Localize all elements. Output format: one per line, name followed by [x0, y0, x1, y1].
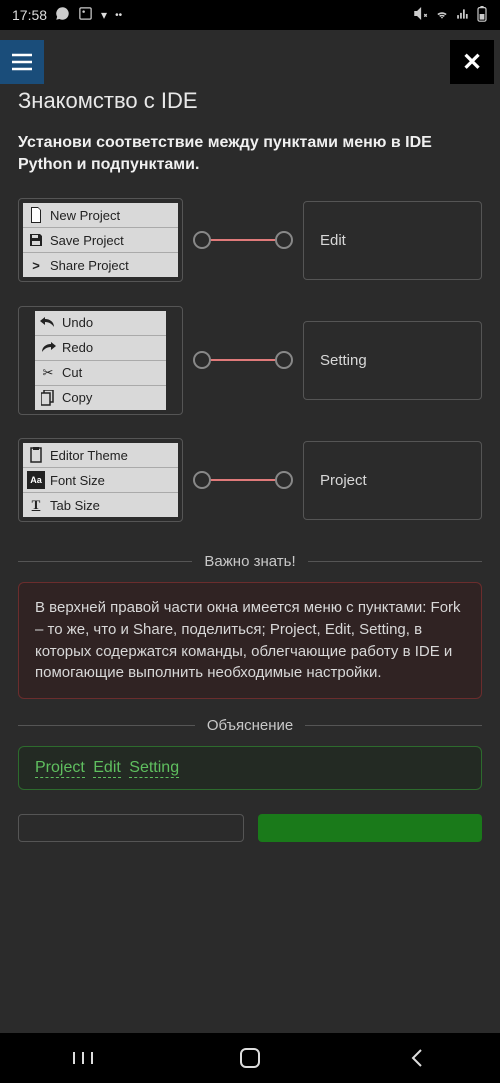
menu-item-label: Tab Size [50, 498, 100, 513]
match-right-label: Setting [320, 352, 367, 369]
status-time: 17:58 [12, 7, 47, 23]
explanation-word: Setting [129, 759, 179, 778]
secondary-button[interactable] [18, 814, 244, 842]
battery-icon [476, 6, 488, 25]
match-row: New Project Save Project >Share Project … [18, 185, 482, 295]
back-button[interactable] [387, 1048, 447, 1068]
section-label: Объяснение [207, 717, 293, 734]
menu-button[interactable] [0, 40, 44, 84]
menu-item-label: Cut [62, 365, 82, 380]
down-arrow-icon: ▾ [101, 8, 107, 22]
menu-item-label: New Project [50, 208, 120, 223]
task-instruction: Установи соответствие между пунктами мен… [18, 132, 482, 175]
menu-item-label: Font Size [50, 473, 105, 488]
status-bar: 17:58 ▾ •• [0, 0, 500, 30]
bottom-actions [18, 814, 482, 842]
home-button[interactable] [220, 1047, 280, 1069]
match-right-label: Edit [320, 232, 346, 249]
section-divider-important: Важно знать! [18, 553, 482, 570]
connector[interactable] [183, 225, 303, 255]
match-row: Undo Redo ✂ Cut Copy Setting [18, 305, 482, 415]
explanation-word: Edit [93, 759, 121, 778]
match-left-card[interactable]: Editor Theme Aa Font Size T Tab Size [18, 438, 183, 522]
explanation-word: Project [35, 759, 85, 778]
menu-item-label: Save Project [50, 233, 124, 248]
connector[interactable] [183, 465, 303, 495]
mute-icon [413, 6, 428, 24]
font-icon: Aa [27, 471, 45, 489]
close-button[interactable]: ✕ [450, 40, 494, 84]
share-icon: > [27, 256, 45, 274]
copy-icon [39, 389, 57, 407]
cut-icon: ✂ [39, 364, 57, 382]
recents-button[interactable] [53, 1050, 113, 1066]
menu-item-label: Share Project [50, 258, 129, 273]
match-row: Editor Theme Aa Font Size T Tab Size Proje… [18, 425, 482, 535]
page-title: Знакомство с IDE [18, 88, 482, 114]
header-bar: ✕ [0, 30, 500, 88]
image-icon [78, 6, 93, 24]
menu-item-label: Redo [62, 340, 93, 355]
matching-exercise: New Project Save Project >Share Project … [18, 185, 482, 535]
android-nav-bar [0, 1033, 500, 1083]
menu-item-label: Copy [62, 390, 92, 405]
match-right-label: Project [320, 472, 367, 489]
dots-icon: •• [115, 10, 122, 21]
primary-button[interactable] [258, 814, 482, 842]
match-left-card[interactable]: Undo Redo ✂ Cut Copy [18, 306, 183, 415]
wifi-icon [434, 7, 450, 24]
clipboard-icon [27, 446, 45, 464]
match-right-card[interactable]: Setting [303, 321, 482, 400]
match-right-card[interactable]: Edit [303, 201, 482, 280]
connector[interactable] [183, 345, 303, 375]
match-right-card[interactable]: Project [303, 441, 482, 520]
text-icon: T [27, 496, 45, 514]
menu-item-label: Editor Theme [50, 448, 128, 463]
save-icon [27, 231, 45, 249]
section-label: Важно знать! [204, 553, 295, 570]
redo-icon [39, 339, 57, 357]
file-icon [27, 206, 45, 224]
explanation-box: Project Edit Setting [18, 746, 482, 790]
important-info-box: В верхней правой части окна имеется меню… [18, 582, 482, 699]
menu-item-label: Undo [62, 315, 93, 330]
whatsapp-icon [55, 6, 70, 24]
signal-icon [456, 7, 470, 24]
section-divider-explanation: Объяснение [18, 717, 482, 734]
match-left-card[interactable]: New Project Save Project > Share Project [18, 198, 183, 282]
undo-icon [39, 314, 57, 332]
